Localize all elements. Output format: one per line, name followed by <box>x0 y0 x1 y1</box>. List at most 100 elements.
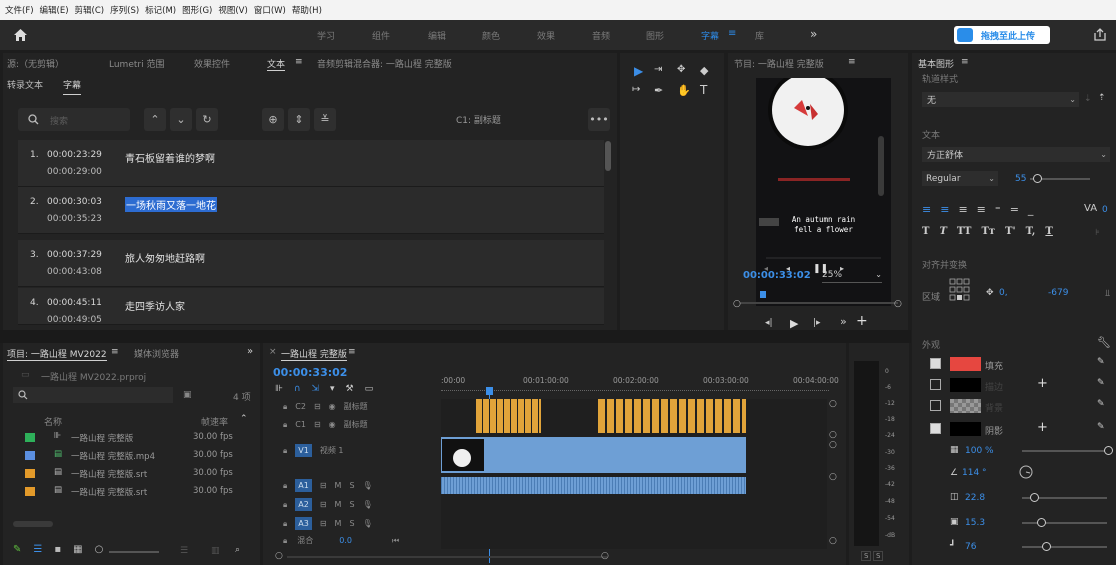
shadow-blur-value[interactable]: 76 <box>965 542 976 552</box>
center-v-icon[interactable]: = <box>1010 203 1019 216</box>
track-select-icon[interactable]: ⇥ <box>654 64 662 75</box>
background-eyedropper-icon[interactable]: ✎ <box>1097 399 1105 409</box>
snap-icon[interactable]: ∩ <box>294 384 301 394</box>
bottom-align-icon[interactable]: _ <box>1028 203 1034 216</box>
settings-wrench-icon[interactable]: ⚒ <box>346 384 354 394</box>
track-a1-label[interactable]: A1 <box>295 479 312 492</box>
pen-tool-icon[interactable]: ✒ <box>654 84 663 97</box>
more-options-button[interactable]: ••• <box>588 108 610 131</box>
distance-slider-thumb[interactable] <box>1030 493 1039 502</box>
type-tool-icon[interactable]: T <box>700 83 707 97</box>
project-search-input[interactable] <box>13 387 173 403</box>
eye-icon[interactable]: ◉ <box>329 402 336 411</box>
more-controls-icon[interactable]: » <box>840 315 847 328</box>
caption-clips-group-1[interactable] <box>476 399 541 433</box>
project-item[interactable]: ▤ 一路山程 完整版.srt 30.00 fps <box>25 483 255 500</box>
track-style-select[interactable]: 无 ⌄ <box>922 92 1079 107</box>
justify-icon[interactable]: ≡ <box>977 203 986 216</box>
bold-icon[interactable]: T <box>922 226 929 237</box>
mute-button[interactable]: M <box>335 481 342 490</box>
mix-volume-value[interactable]: 0.0 <box>339 536 352 545</box>
top-align-icon[interactable]: ⁼ <box>995 203 1001 216</box>
freeform-view-icon[interactable]: ▦ <box>73 544 82 555</box>
next-caption-button[interactable]: ⌄ <box>170 108 192 131</box>
timeline-menu-icon[interactable]: ≡ <box>348 347 356 357</box>
linked-selection-icon[interactable]: ⇲ <box>311 384 319 394</box>
workspace-edit[interactable]: 编辑 <box>428 29 446 42</box>
sort-icon[interactable]: ☰ <box>180 546 188 556</box>
more-tabs-icon[interactable]: » <box>247 346 253 357</box>
razor-tool-icon[interactable]: ◆ <box>700 64 708 77</box>
push-style-icon[interactable]: ⇣ <box>1084 94 1092 104</box>
position-x[interactable]: 0, <box>999 288 1008 298</box>
background-color-swatch[interactable] <box>950 399 981 413</box>
caption-text[interactable]: 旅人匆匆地赶路啊 <box>125 250 205 265</box>
zoom-handle-left-icon[interactable]: ○ <box>275 551 283 561</box>
workspace-libraries[interactable]: 库 <box>755 29 764 42</box>
caption-item[interactable]: 4. 00:00:45:11 00:00:49:05 走四季访人家 <box>18 288 604 325</box>
shadow-color-swatch[interactable] <box>950 422 981 436</box>
caption-item[interactable]: 2. 00:00:30:03 00:00:35:23 一场秋雨又落一地花 <box>18 187 604 234</box>
menu-help[interactable]: 帮助(H) <box>292 4 322 16</box>
column-name[interactable]: 名称 <box>44 415 62 428</box>
stroke-checkbox[interactable] <box>930 379 941 390</box>
timeline-zoom-bar[interactable] <box>287 556 607 558</box>
caption-in[interactable]: 00:00:30:03 <box>47 197 102 207</box>
size-slider[interactable] <box>1022 522 1107 524</box>
caption-text[interactable]: 走四季访人家 <box>125 298 185 313</box>
kerning-value[interactable]: 0 <box>1102 205 1108 215</box>
time-ruler[interactable]: :00:00 00:01:00:00 00:02:00:00 00:03:00:… <box>441 373 839 395</box>
find-icon[interactable]: ⌕ <box>235 545 240 555</box>
add-shadow-icon[interactable]: + <box>1037 420 1048 435</box>
caption-out[interactable]: 00:00:35:23 <box>47 214 102 224</box>
subscript-icon[interactable]: T, <box>1026 226 1036 237</box>
sync-style-icon[interactable]: ⇡ <box>1098 93 1106 103</box>
caption-out[interactable]: 00:00:49:05 <box>47 315 102 324</box>
playhead-marker[interactable] <box>760 291 766 298</box>
out-point-icon[interactable]: ○ <box>894 299 902 309</box>
go-to-end-icon[interactable]: ⏮ <box>392 536 399 546</box>
font-size-value[interactable]: 55 <box>1015 174 1026 184</box>
menu-clip[interactable]: 剪辑(C) <box>75 4 105 16</box>
icon-view-icon[interactable]: ▪ <box>54 544 61 555</box>
caption-item[interactable]: 3. 00:00:37:29 00:00:43:08 旅人匆匆地赶路啊 <box>18 240 604 287</box>
automate-icon[interactable]: ▥ <box>211 546 220 556</box>
tab-captions[interactable]: 字幕 <box>63 78 82 95</box>
opacity-slider-thumb[interactable] <box>1104 446 1113 455</box>
background-checkbox[interactable] <box>930 400 941 411</box>
workspace-learn[interactable]: 学习 <box>317 29 335 42</box>
caption-in[interactable]: 00:00:37:29 <box>47 250 102 260</box>
font-size-slider-thumb[interactable] <box>1033 174 1042 183</box>
anchor-icon[interactable]: ⫫ <box>1105 289 1110 299</box>
position-y[interactable]: -679 <box>1048 288 1068 298</box>
solo-button[interactable]: S <box>349 481 354 490</box>
lock-icon[interactable]: 🔒︎ <box>283 536 287 546</box>
sync-icon[interactable]: ⊟ <box>320 519 327 528</box>
fill-eyedropper-icon[interactable]: ✎ <box>1097 357 1105 367</box>
menu-marker[interactable]: 标记(M) <box>145 4 176 16</box>
slip-tool-icon[interactable]: ↦ <box>632 84 640 95</box>
step-forward-icon[interactable]: |▸ <box>813 318 821 328</box>
workspace-captions[interactable]: 字幕 <box>701 29 719 42</box>
lock-icon[interactable]: 🔒︎ <box>283 500 287 510</box>
menu-edit[interactable]: 编辑(E) <box>40 4 69 16</box>
menu-view[interactable]: 视图(V) <box>218 4 247 16</box>
tab-media-browser[interactable]: 媒体浏览器 <box>134 347 179 360</box>
font-select[interactable]: 方正舒体 ⌄ <box>922 147 1110 162</box>
shadow-angle-value[interactable]: 114 ° <box>962 468 987 478</box>
tab-effect-controls[interactable]: 效果控件 <box>194 57 230 70</box>
pencil-icon[interactable]: ✎ <box>13 544 21 555</box>
caption-in[interactable]: 00:00:23:29 <box>47 150 102 160</box>
merge-caption-button[interactable]: ≚ <box>314 108 336 131</box>
stroke-eyedropper-icon[interactable]: ✎ <box>1097 378 1105 388</box>
list-view-icon[interactable]: ☰ <box>33 544 42 555</box>
share-icon[interactable] <box>1094 28 1106 41</box>
workspace-menu-icon[interactable]: ≡ <box>728 28 736 39</box>
hand-tool-icon[interactable]: ✋ <box>677 84 691 97</box>
shadow-size-value[interactable]: 15.3 <box>965 518 985 528</box>
mute-button[interactable]: M <box>335 500 342 509</box>
tab-project[interactable]: 项目: 一路山程 MV2022 <box>7 347 107 361</box>
track-v1-label[interactable]: V1 <box>295 444 312 457</box>
sync-icon[interactable]: ⊟ <box>314 420 321 429</box>
split-caption-button[interactable]: ⇕ <box>288 108 310 131</box>
